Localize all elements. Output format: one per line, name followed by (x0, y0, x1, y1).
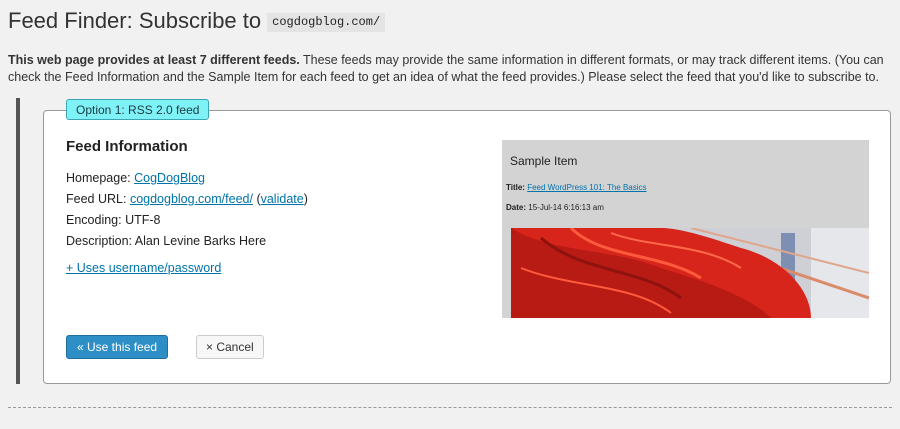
encoding-row: Encoding: UTF-8 (66, 213, 161, 227)
option-tab: Option 1: RSS 2.0 feed (66, 99, 210, 120)
sample-date-row: Date: 15-Jul-14 6:16:13 am (506, 203, 604, 212)
uses-username-password-link[interactable]: + Uses username/password (66, 261, 221, 275)
description-label: Description: (66, 234, 132, 248)
sample-title-link[interactable]: Feed WordPress 101: The Basics (527, 183, 646, 192)
feed-url-row: Feed URL: cogdogblog.com/feed/ (validate… (66, 192, 308, 206)
intro-paragraph: This web page provides at least 7 differ… (8, 52, 892, 86)
validate-close-paren: ) (303, 192, 308, 206)
page-title: Feed Finder: Subscribe to cogdogblog.com/ (8, 8, 386, 34)
option-left-bar (16, 98, 20, 384)
section-divider (8, 407, 892, 408)
sample-date-value: 15-Jul-14 6:16:13 am (528, 203, 604, 212)
description-row: Description: Alan Levine Barks Here (66, 234, 266, 248)
homepage-row: Homepage: CogDogBlog (66, 171, 205, 185)
encoding-label: Encoding: (66, 213, 122, 227)
sample-item-panel: Sample Item Title: Feed WordPress 101: T… (502, 140, 869, 318)
site-url-code: cogdogblog.com/ (267, 13, 386, 32)
intro-bold: This web page provides at least 7 differ… (8, 53, 300, 67)
use-this-feed-button[interactable]: « Use this feed (66, 335, 169, 359)
encoding-value: UTF-8 (125, 213, 161, 227)
description-value: Alan Levine Barks Here (134, 234, 267, 248)
sample-photo-drawing (511, 228, 869, 318)
sample-title-row: Title: Feed WordPress 101: The Basics (506, 183, 647, 192)
validate-link[interactable]: validate (261, 192, 304, 206)
cancel-button[interactable]: × Cancel (196, 335, 264, 359)
page-title-text: Feed Finder: Subscribe to (8, 8, 262, 33)
sample-photo (511, 228, 869, 318)
sample-item-heading: Sample Item (510, 154, 578, 168)
feed-url-label: Feed URL: (66, 192, 127, 206)
homepage-label: Homepage: (66, 171, 131, 185)
homepage-link[interactable]: CogDogBlog (134, 171, 205, 185)
feed-url-link[interactable]: cogdogblog.com/feed/ (130, 192, 253, 206)
sample-title-label: Title: (506, 183, 525, 192)
feed-information-heading: Feed Information (66, 138, 188, 155)
sample-date-label: Date: (506, 203, 527, 212)
